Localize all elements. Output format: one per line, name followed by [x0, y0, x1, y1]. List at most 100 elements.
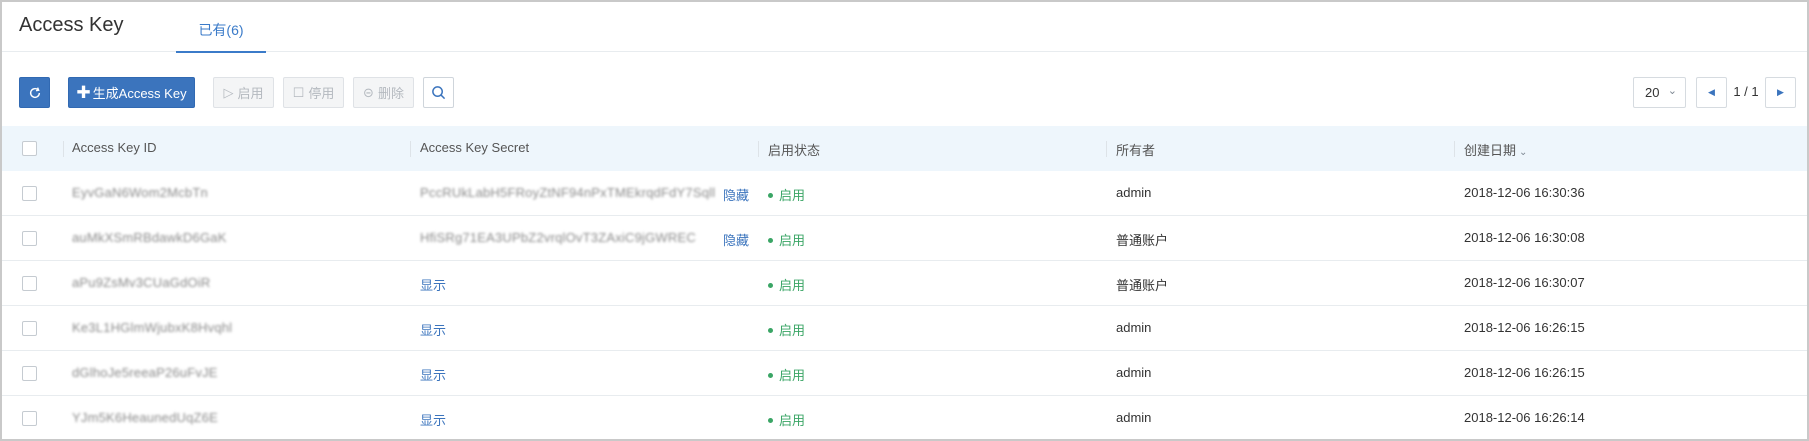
- page-header: Access Key 已有(6): [2, 2, 1807, 53]
- tab-existing[interactable]: 已有(6): [176, 2, 266, 53]
- table-row: EyvGaN6Wom2McbTn PccRUkLabH5FRoyZtNF94nP…: [2, 171, 1807, 216]
- refresh-icon: [29, 86, 40, 98]
- search-icon: [432, 86, 446, 100]
- created-date: 2018-12-06 16:26:15: [1464, 320, 1585, 335]
- status-dot: [768, 283, 773, 289]
- status-dot: [768, 238, 773, 244]
- created-date: 2018-12-06 16:30:07: [1464, 275, 1585, 290]
- page-size-value: 20: [1645, 85, 1660, 100]
- column-header-status: 启用状态: [768, 143, 821, 158]
- delete-label: 删除: [377, 86, 404, 101]
- column-header-owner: 所有者: [1116, 143, 1156, 158]
- owner: 普通账户: [1116, 278, 1169, 293]
- hide-secret-link[interactable]: 隐藏: [723, 185, 749, 204]
- status-badge: 启用: [768, 185, 805, 204]
- row-checkbox[interactable]: [22, 411, 37, 426]
- status-label: 启用: [779, 323, 806, 338]
- generate-access-key-label: 生成Access Key: [92, 86, 187, 101]
- show-secret-link[interactable]: 显示: [420, 410, 446, 429]
- row-checkbox[interactable]: [22, 366, 37, 381]
- sort-chevron-icon: ⌄: [1519, 147, 1528, 158]
- status-label: 启用: [779, 368, 806, 383]
- show-secret-link[interactable]: 显示: [420, 275, 446, 294]
- plus-icon: ✚: [76, 83, 91, 102]
- tab-active-underline: [176, 51, 266, 53]
- access-key-id: EyvGaN6Wom2McbTn: [72, 185, 208, 200]
- page-size-select[interactable]: 20 ⌄: [1633, 77, 1686, 108]
- prev-page-button[interactable]: ◀: [1696, 77, 1727, 108]
- enable-button[interactable]: ▷ 启用: [213, 77, 274, 108]
- column-header-created-label: 创建日期: [1464, 143, 1517, 158]
- table-row: dGlhoJe5reeaP26uFvJE 显示 启用 admin 2018-12…: [2, 351, 1807, 396]
- table-row: auMkXSmRBdawkD6GaK HfiSRg71EA3UPbZ2vrqlO…: [2, 216, 1807, 261]
- status-badge: 启用: [768, 365, 805, 384]
- owner: 普通账户: [1116, 233, 1169, 248]
- page-indicator: 1 / 1: [1733, 84, 1759, 99]
- enable-label: 启用: [237, 86, 264, 101]
- show-secret-link[interactable]: 显示: [420, 320, 446, 339]
- disable-label: 停用: [308, 86, 335, 101]
- play-icon: ▷: [223, 84, 234, 100]
- column-divider: [1106, 141, 1107, 157]
- refresh-button[interactable]: [19, 77, 50, 108]
- status-dot: [768, 418, 773, 424]
- created-date: 2018-12-06 16:30:36: [1464, 185, 1585, 200]
- chevron-down-icon: ⌄: [1667, 85, 1677, 97]
- table-header: Access Key ID Access Key Secret 启用状态 所有者…: [2, 126, 1807, 171]
- disable-button[interactable]: ☐ 停用: [283, 77, 344, 108]
- status-label: 启用: [779, 278, 806, 293]
- column-divider: [63, 141, 64, 157]
- row-checkbox[interactable]: [22, 276, 37, 291]
- page-title: Access Key: [19, 14, 124, 36]
- status-badge: 启用: [768, 320, 805, 339]
- column-header-secret: Access Key Secret: [420, 140, 530, 155]
- status-dot: [768, 373, 773, 379]
- owner: admin: [1116, 365, 1152, 380]
- generate-access-key-button[interactable]: ✚ 生成Access Key: [68, 77, 195, 108]
- row-checkbox[interactable]: [22, 231, 37, 246]
- minus-circle-icon: ⊝: [363, 84, 374, 100]
- status-label: 启用: [779, 233, 806, 248]
- row-checkbox[interactable]: [22, 321, 37, 336]
- created-date: 2018-12-06 16:26:15: [1464, 365, 1585, 380]
- hide-secret-link[interactable]: 隐藏: [723, 230, 749, 249]
- access-key-page: Access Key 已有(6) ✚ 生成Access Key ▷ 启用 ☐ 停…: [0, 0, 1809, 441]
- status-badge: 启用: [768, 410, 805, 429]
- column-divider: [1454, 141, 1455, 157]
- chevron-left-icon: ◀: [1708, 87, 1715, 97]
- owner: admin: [1116, 410, 1152, 425]
- access-key-secret: HfiSRg71EA3UPbZ2vrqlOvT3ZAxiC9jGWREC: [420, 230, 696, 245]
- status-label: 启用: [779, 188, 806, 203]
- column-divider: [410, 141, 411, 157]
- status-dot: [768, 328, 773, 334]
- stop-icon: ☐: [292, 84, 305, 100]
- table-row: YJm5K6HeaunedUqZ6E 显示 启用 admin 2018-12-0…: [2, 396, 1807, 439]
- access-key-id: auMkXSmRBdawkD6GaK: [72, 230, 227, 245]
- owner: admin: [1116, 320, 1152, 335]
- status-badge: 启用: [768, 275, 805, 294]
- column-divider: [758, 141, 759, 157]
- created-date: 2018-12-06 16:30:08: [1464, 230, 1585, 245]
- owner: admin: [1116, 185, 1152, 200]
- access-key-id: dGlhoJe5reeaP26uFvJE: [72, 365, 218, 380]
- created-date: 2018-12-06 16:26:14: [1464, 410, 1585, 425]
- status-label: 启用: [779, 413, 806, 428]
- table-row: Ke3L1HGlmWjubxK8Hvqhl 显示 启用 admin 2018-1…: [2, 306, 1807, 351]
- status-badge: 启用: [768, 230, 805, 249]
- row-checkbox[interactable]: [22, 186, 37, 201]
- access-key-id: Ke3L1HGlmWjubxK8Hvqhl: [72, 320, 233, 335]
- tab-existing-label: 已有(6): [198, 22, 244, 38]
- search-button[interactable]: [423, 77, 454, 108]
- chevron-right-icon: ▶: [1777, 87, 1784, 97]
- access-key-id: aPu9ZsMv3CUaGdOiR: [72, 275, 211, 290]
- column-header-created[interactable]: 创建日期 ⌄: [1464, 140, 1527, 159]
- delete-button[interactable]: ⊝ 删除: [353, 77, 414, 108]
- table-row: aPu9ZsMv3CUaGdOiR 显示 启用 普通账户 2018-12-06 …: [2, 261, 1807, 306]
- access-key-id: YJm5K6HeaunedUqZ6E: [72, 410, 218, 425]
- select-all-checkbox[interactable]: [22, 141, 37, 156]
- show-secret-link[interactable]: 显示: [420, 365, 446, 384]
- status-dot: [768, 193, 773, 199]
- next-page-button[interactable]: ▶: [1765, 77, 1796, 108]
- column-header-id: Access Key ID: [72, 140, 157, 155]
- access-key-secret: PccRUkLabH5FRoyZtNF94nPxTMEkrqdFdY7Sqll: [420, 185, 716, 200]
